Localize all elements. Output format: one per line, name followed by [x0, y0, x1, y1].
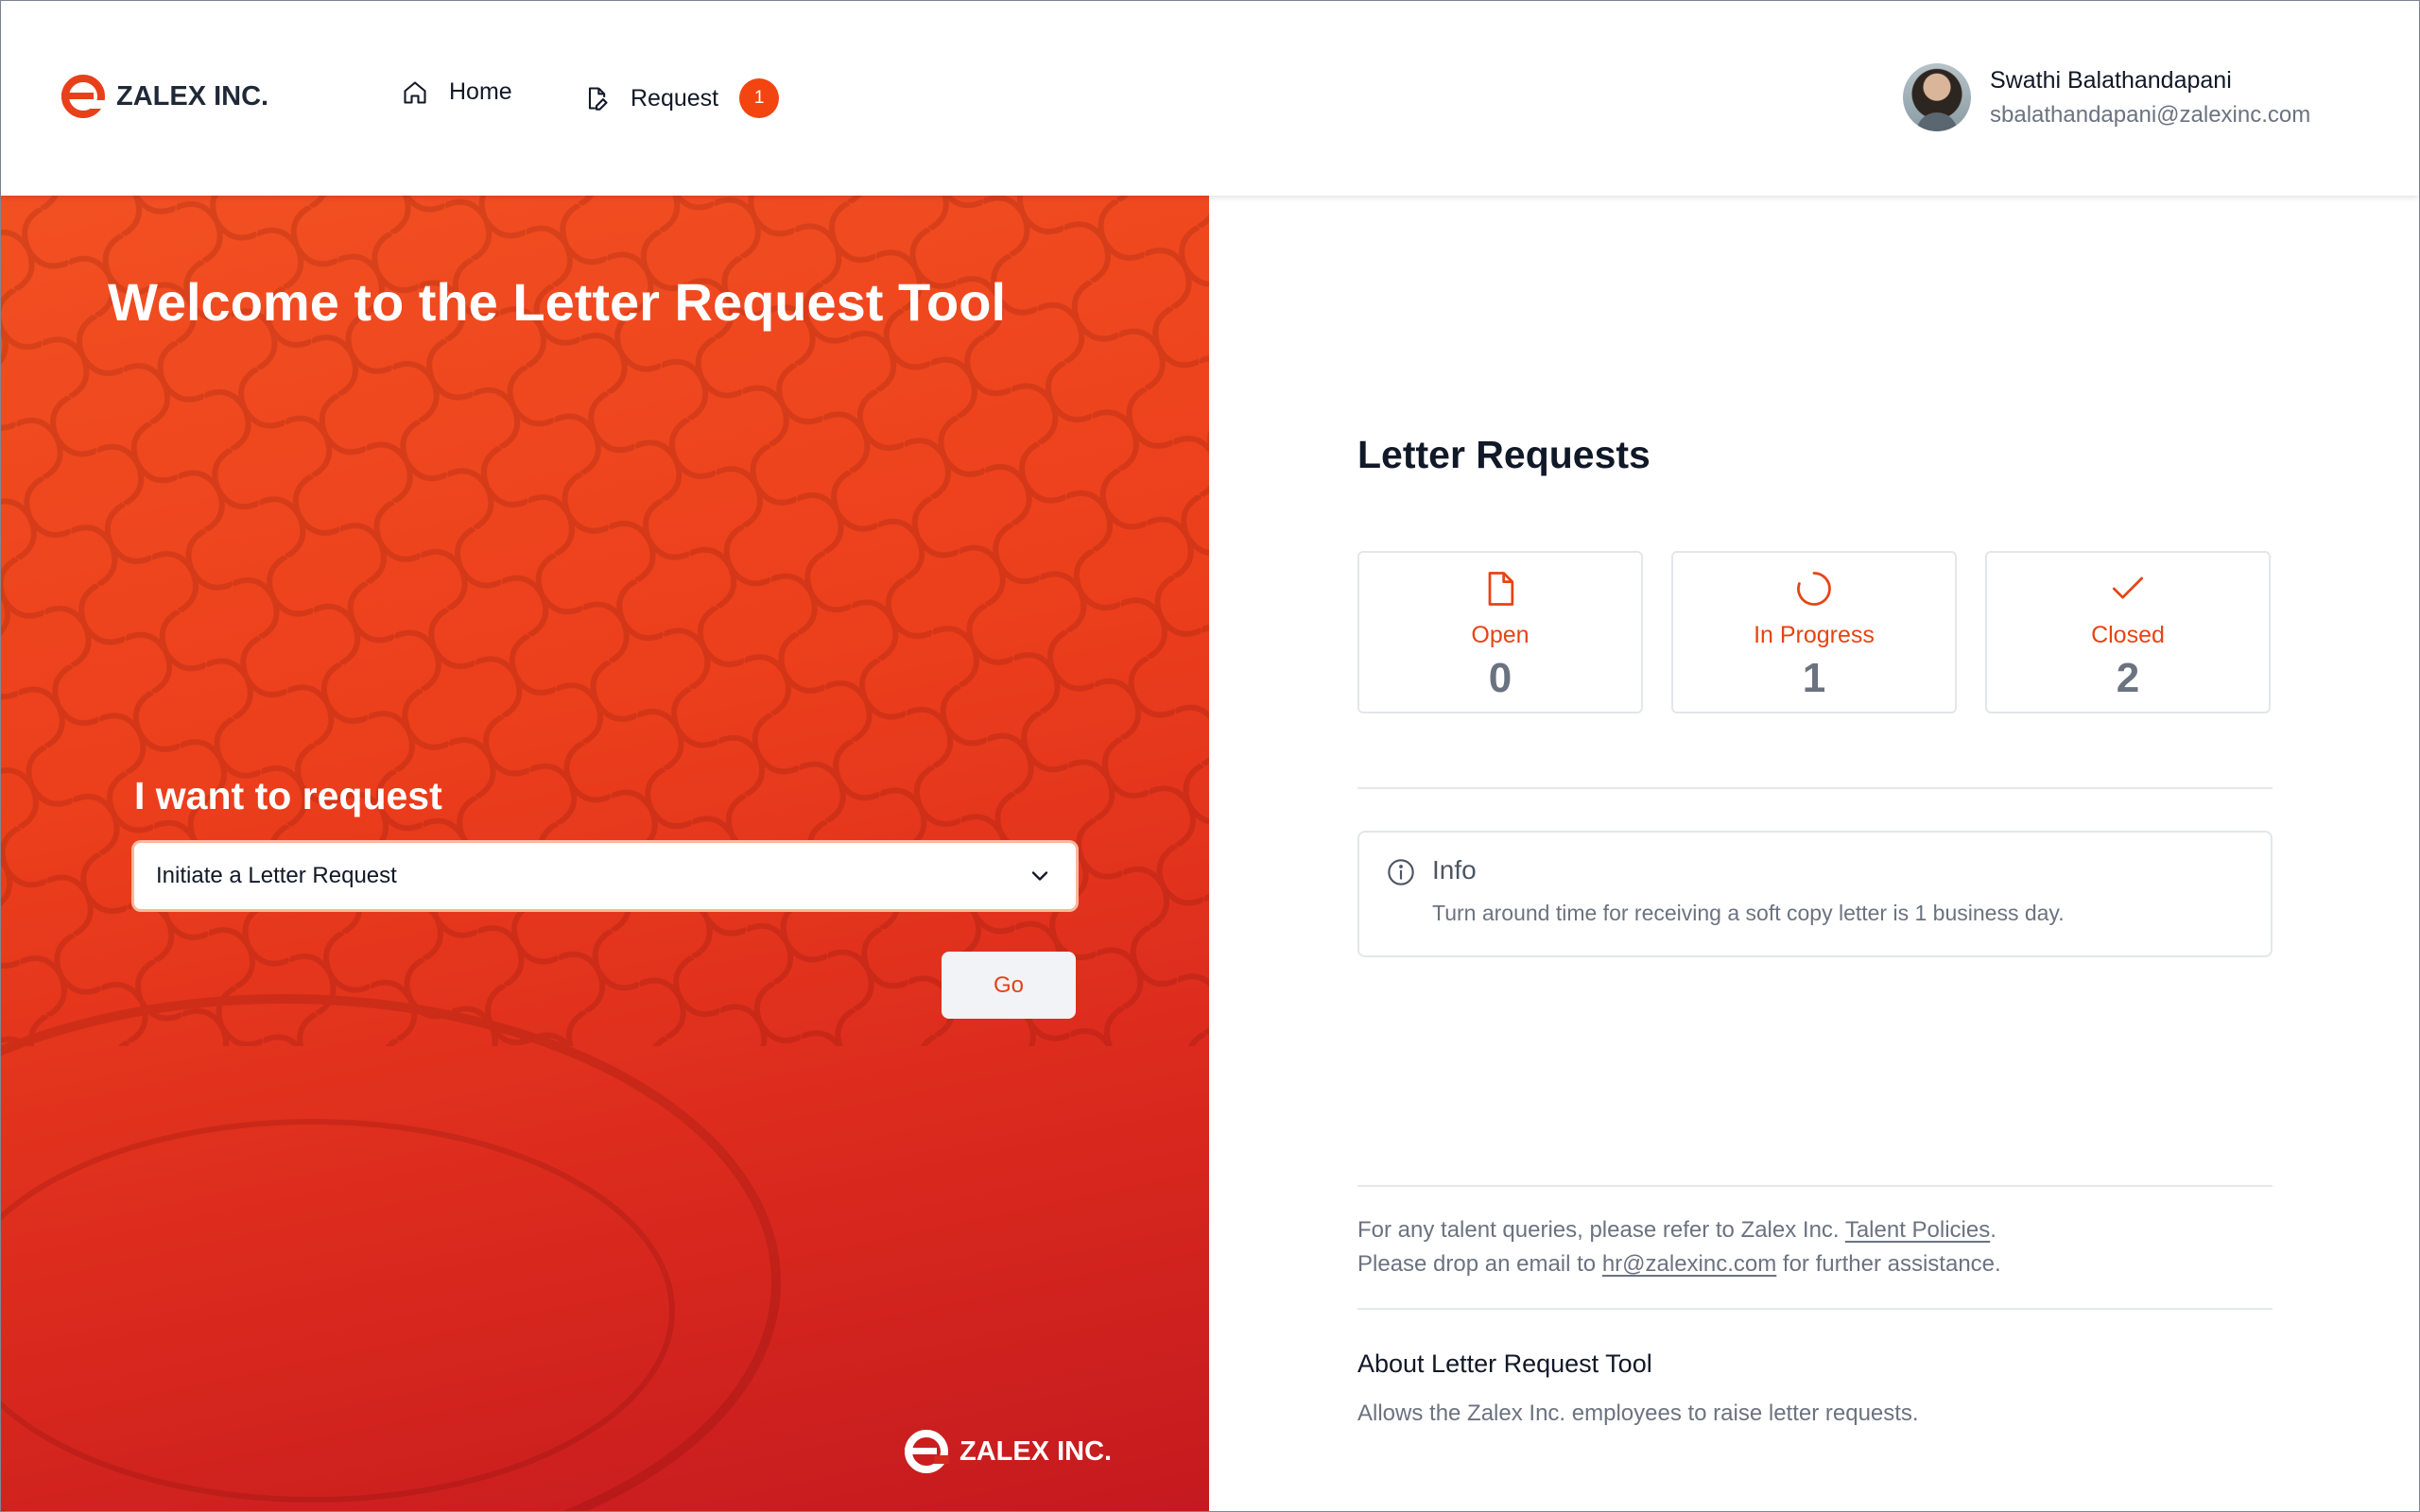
hero-panel: Welcome to the Letter Request Tool I wan…	[1, 196, 1209, 1511]
file-icon	[1488, 572, 1514, 606]
nav-home-label: Home	[449, 78, 512, 105]
footer-text: For any talent queries, please refer to …	[1357, 1217, 1845, 1243]
nav-home[interactable]: Home	[402, 78, 512, 106]
user-email: sbalathandapani@zalexinc.com	[1990, 101, 2311, 128]
brand-name: ZALEX INC.	[116, 80, 269, 112]
letter-requests-title: Letter Requests	[1357, 433, 1651, 476]
stat-value: 0	[1488, 655, 1512, 701]
brand-logo[interactable]: ZALEX INC.	[60, 75, 268, 118]
stat-label: Open	[1471, 622, 1530, 648]
hero-title: Welcome to the Letter Request Tool	[108, 272, 1007, 332]
nav-request-label: Request	[631, 84, 719, 112]
spinner-icon	[1797, 572, 1831, 606]
hr-email-link[interactable]: hr@zalexinc.com	[1602, 1251, 1776, 1277]
footer-text: Please drop an email to	[1357, 1251, 1602, 1277]
about-text: Allows the Zalex Inc. employees to raise…	[1357, 1400, 1919, 1426]
info-box: Info Turn around time for receiving a so…	[1357, 831, 2273, 957]
user-name: Swathi Balathandapani	[1990, 66, 2232, 94]
request-label: I want to request	[134, 774, 442, 817]
info-text: Turn around time for receiving a soft co…	[1432, 901, 2065, 925]
request-type-select[interactable]: Initiate a Letter Request	[131, 840, 1079, 912]
check-icon	[2112, 576, 2144, 599]
stat-value: 1	[1802, 655, 1826, 701]
zalex-logo-icon	[905, 1430, 949, 1473]
stat-label: Closed	[2091, 622, 2165, 648]
hero-footer-logo: ZALEX INC.	[903, 1430, 1112, 1473]
stat-label: In Progress	[1754, 622, 1875, 648]
stat-card-closed[interactable]: Closed 2	[1985, 551, 2271, 713]
avatar	[1903, 63, 1971, 131]
stat-value: 2	[2116, 655, 2140, 701]
chevron-down-icon	[1031, 871, 1048, 881]
footer-email-line: Please drop an email to hr@zalexinc.com …	[1357, 1251, 2001, 1278]
footer-talent-line: For any talent queries, please refer to …	[1357, 1217, 1996, 1244]
nav-request[interactable]: Request 1	[583, 78, 780, 118]
divider	[1357, 787, 2273, 789]
about-title: About Letter Request Tool	[1357, 1349, 1652, 1378]
top-header: ZALEX INC. Home Request 1 Swathi Balatha…	[1, 1, 2419, 196]
stat-card-in-progress[interactable]: In Progress 1	[1671, 551, 1957, 713]
info-icon	[1388, 859, 1414, 885]
go-button[interactable]: Go	[942, 952, 1076, 1019]
info-title: Info	[1432, 855, 1477, 885]
hero-footer-brand: ZALEX INC.	[959, 1435, 1113, 1467]
stat-card-open[interactable]: Open 0	[1357, 551, 1643, 713]
request-type-value: Initiate a Letter Request	[156, 863, 397, 888]
divider	[1357, 1308, 2273, 1310]
footer-text: for further assistance.	[1776, 1251, 2001, 1277]
user-info: Swathi Balathandapani sbalathandapani@za…	[1990, 67, 2310, 129]
request-count-badge: 1	[739, 78, 780, 118]
home-icon	[404, 80, 426, 104]
user-profile[interactable]: Swathi Balathandapani sbalathandapani@za…	[1903, 63, 2310, 131]
footer-text: .	[1990, 1217, 1996, 1243]
divider	[1357, 1185, 2273, 1187]
talent-policies-link[interactable]: Talent Policies	[1845, 1217, 1990, 1243]
zalex-logo-icon	[61, 75, 106, 118]
document-edit-icon	[588, 87, 608, 111]
